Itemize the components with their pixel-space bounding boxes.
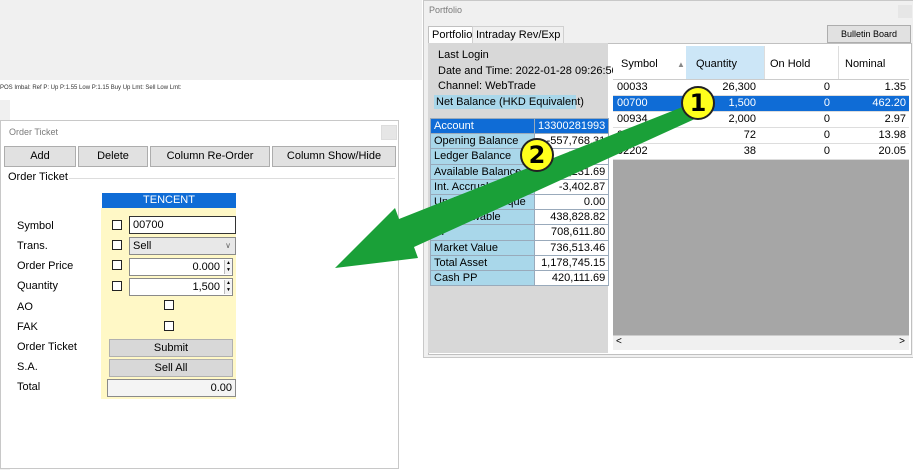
annotation-arrow — [335, 104, 697, 268]
marker-1: 1 — [681, 86, 715, 120]
marker-2: 2 — [520, 138, 554, 172]
arrow-shape — [335, 104, 697, 268]
